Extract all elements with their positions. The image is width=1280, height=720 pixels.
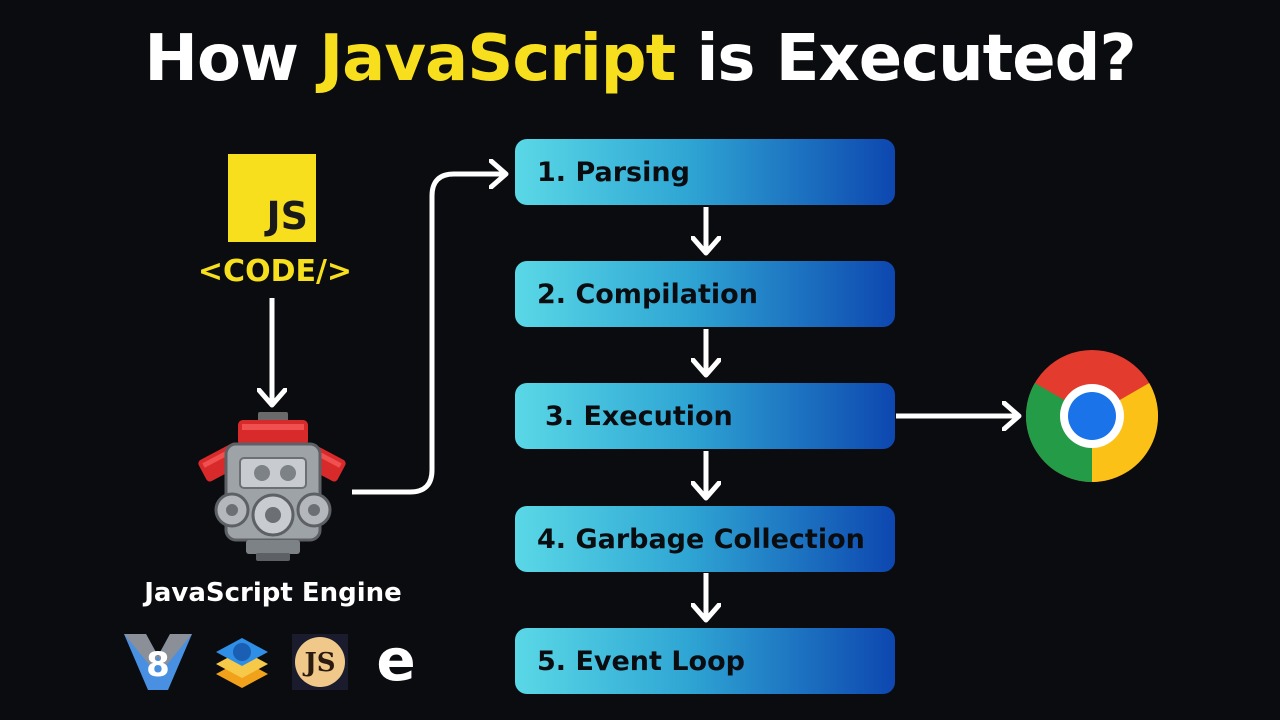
step-compilation: 2. Compilation: [515, 261, 895, 327]
svg-text:e: e: [376, 626, 415, 694]
step-garbage-collection: 4. Garbage Collection: [515, 506, 895, 572]
svg-text:JS: JS: [302, 648, 335, 678]
title-accent: JavaScript: [319, 22, 676, 96]
flow-arrows: 8 JS e: [124, 0, 1159, 694]
chrome-icon: [1025, 350, 1159, 482]
javascriptcore-icon: [216, 638, 268, 688]
step-parsing: 1. Parsing: [515, 139, 895, 205]
code-tag: <CODE/>: [197, 254, 353, 289]
engine-icon: [198, 412, 346, 561]
title-suffix: is Executed?: [675, 22, 1136, 96]
page-title: How JavaScript is Executed?: [0, 22, 1280, 96]
engine-label: JavaScript Engine: [144, 578, 402, 608]
javascript-logo-icon: JS: [228, 154, 316, 242]
svg-text:8: 8: [146, 645, 170, 685]
js-logo-text: JS: [266, 194, 308, 238]
spidermonkey-icon: JS: [292, 634, 348, 690]
chakra-edge-icon: e: [376, 626, 415, 694]
title-prefix: How: [144, 22, 320, 96]
step-event-loop: 5. Event Loop: [515, 628, 895, 694]
v8-icon: 8: [124, 634, 192, 690]
step-execution: 3. Execution: [515, 383, 895, 449]
arrow-engine-to-parsing: [352, 174, 505, 495]
